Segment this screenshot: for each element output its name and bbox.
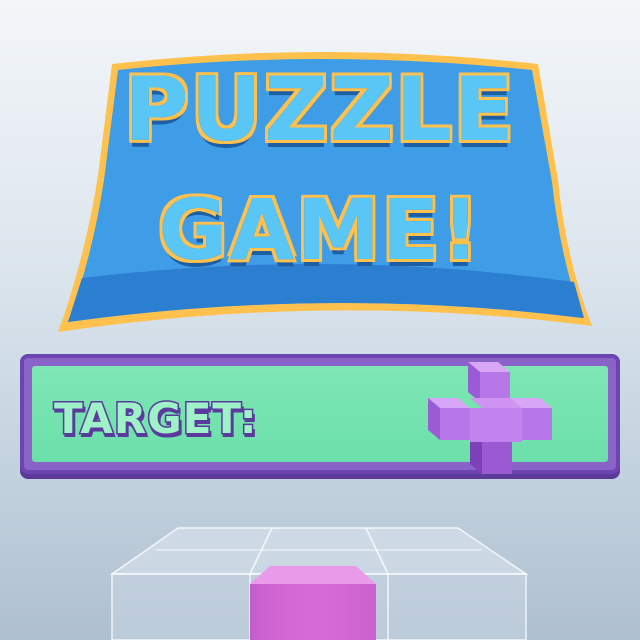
target-panel: TARGET:: [20, 354, 620, 474]
game-logo: PUZZLE GAME!: [0, 0, 640, 340]
cross-cube-shape-icon: [428, 362, 552, 474]
pink-cube-block-icon[interactable]: [250, 566, 376, 640]
target-label: TARGET:: [53, 393, 259, 445]
transparent-cube-grid-icon: [109, 527, 529, 640]
play-area[interactable]: [0, 500, 640, 640]
title-line-game: GAME!: [156, 181, 482, 279]
logo-banner-icon: [58, 52, 592, 332]
title-line-puzzle: PUZZLE: [122, 58, 516, 161]
